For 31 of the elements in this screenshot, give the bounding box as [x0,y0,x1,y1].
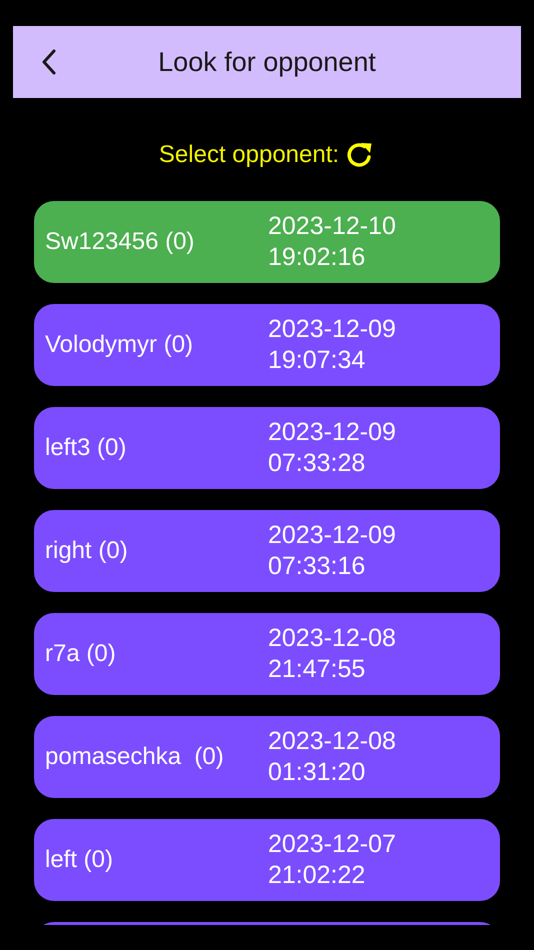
screen-title: Look for opponent [158,46,376,78]
game-date: 2023-12-09 [268,417,396,448]
game-date: 2023-12-10 [268,211,396,242]
game-time: 21:47:55 [268,654,366,685]
opponent-card[interactable]: right (0) 2023-12-09 07:33:16 [34,510,500,592]
game-date: 2023-12-08 [268,623,396,654]
game-time: 07:33:16 [268,551,366,582]
opponent-card[interactable]: r7a (0) 2023-12-08 21:47:55 [34,613,500,695]
game-time: 19:02:16 [268,242,366,273]
opponent-card[interactable]: left3 (0) 2023-12-09 07:33:28 [34,407,500,489]
game-date: 2023-12-09 [268,314,396,345]
opponent-card[interactable]: Volodymyr (0) 2023-12-09 19:07:34 [34,304,500,386]
prompt-label: Select opponent: [158,141,340,169]
opponent-name: r7a (0) [44,640,117,668]
opponent-card[interactable]: left (0) 2023-12-07 21:02:22 [34,819,500,901]
opponent-name: pomasechka (0) [44,743,225,771]
opponent-name: right (0) [44,537,129,565]
opponent-name: Volodymyr (0) [44,331,194,359]
game-date: 2023-12-08 [268,726,396,757]
game-date: 2023-12-07 [268,829,396,860]
game-date: 2023-12-09 [268,520,396,551]
opponent-card[interactable]: Sw123456 (0) 2023-12-10 19:02:16 [34,201,500,283]
opponent-name: Sw123456 (0) [44,228,196,256]
opponent-name: left (0) [44,846,114,874]
game-time: 19:07:34 [268,345,366,376]
back-icon[interactable] [41,49,57,75]
opponent-card[interactable]: pomasechka (0) 2023-12-08 01:31:20 [34,716,500,798]
game-time: 21:02:22 [268,860,366,891]
game-time: 01:31:20 [268,757,366,788]
opponent-name: left3 (0) [44,434,128,462]
game-time: 07:33:28 [268,448,366,479]
